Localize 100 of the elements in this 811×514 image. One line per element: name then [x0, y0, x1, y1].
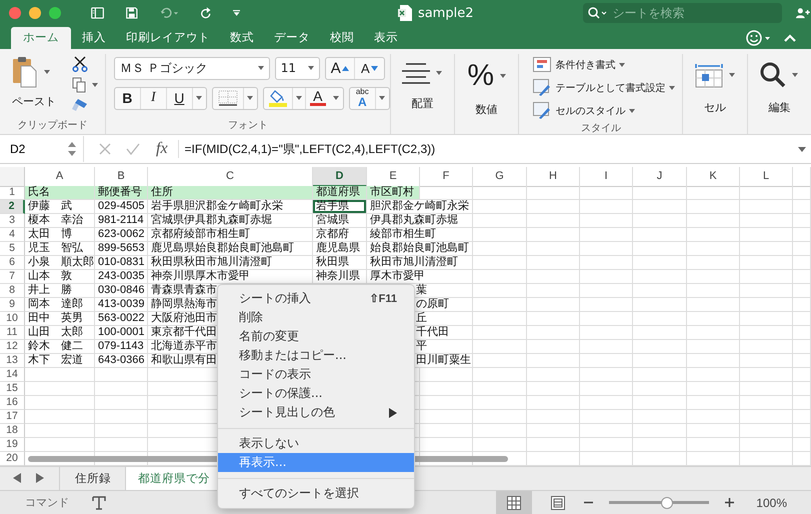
insert-function-button[interactable]: fx [156, 140, 179, 158]
column-header[interactable]: L [740, 166, 793, 187]
cells-label[interactable]: セル [704, 100, 726, 115]
italic-button[interactable]: I [140, 88, 167, 109]
column-header[interactable]: J [633, 166, 687, 187]
caret-icon[interactable] [729, 72, 736, 77]
row-header[interactable]: 6 [0, 256, 25, 270]
ribbon-tab[interactable]: 挿入 [73, 26, 115, 49]
table-cell: 秋田市旭川清澄町 [367, 256, 473, 270]
formula-field[interactable]: =IF(MID(C2,4,1)="県",LEFT(C2,4),LEFT(C2,3)) [184, 140, 436, 158]
paste-label[interactable]: ペースト [12, 94, 56, 109]
table-cell [687, 214, 740, 228]
row-header[interactable]: 12 [0, 340, 25, 354]
menu-item[interactable]: すべてのシートを選択 [218, 484, 414, 503]
row-header[interactable]: 14 [0, 368, 25, 382]
normal-view-button[interactable] [496, 491, 532, 514]
table-cell [580, 326, 633, 340]
ribbon-tab[interactable]: データ [265, 26, 319, 49]
undo-icon[interactable] [160, 6, 179, 20]
percent-symbol[interactable]: % [467, 62, 494, 90]
record-macro-icon[interactable] [91, 494, 107, 510]
ribbon-tab[interactable]: 印刷レイアウト [117, 26, 219, 49]
alignment-label[interactable]: 配置 [411, 96, 434, 111]
style-menu-button[interactable]: セルのスタイル [533, 100, 682, 121]
row-header[interactable]: 15 [0, 382, 25, 396]
ribbon-tab[interactable]: 校閲 [321, 26, 363, 49]
column-header[interactable]: F [420, 166, 473, 187]
row-header[interactable]: 7 [0, 270, 25, 284]
style-menu-button[interactable]: 条件付き書式 [533, 54, 682, 75]
caret-icon[interactable] [92, 82, 98, 87]
row-header[interactable]: 4 [0, 228, 25, 242]
row-header[interactable]: 17 [0, 410, 25, 424]
style-menu-button[interactable]: テーブルとして書式設定 [533, 78, 682, 98]
row-header[interactable]: 8 [0, 284, 25, 298]
column-header[interactable]: G [473, 166, 527, 187]
search-input[interactable]: シートを検索 [612, 6, 782, 20]
number-label[interactable]: 数値 [476, 102, 498, 117]
menu-item[interactable]: コードの表示 [218, 365, 414, 384]
row-header[interactable]: 13 [0, 354, 25, 368]
row-header[interactable]: 19 [0, 438, 25, 452]
underline-button[interactable]: U [166, 88, 193, 109]
font-name-dropdown[interactable]: ＭＳ Ｐゴシック [114, 56, 270, 80]
row-header[interactable]: 16 [0, 396, 25, 410]
zoom-in-icon[interactable] [725, 498, 734, 507]
down-triangle-icon [370, 66, 378, 71]
menu-item[interactable]: シートの保護... [218, 384, 414, 403]
save-icon[interactable] [126, 5, 138, 22]
menu-item[interactable]: シート見出しの色 [218, 403, 414, 422]
previous-sheet-icon[interactable] [13, 473, 21, 484]
customize-toolbar-icon[interactable] [232, 8, 240, 18]
minimize-button[interactable] [29, 7, 41, 20]
add-person-icon[interactable] [796, 6, 811, 20]
shrink-font-button[interactable]: A [354, 58, 384, 79]
ribbon-tab[interactable]: 表示 [365, 26, 407, 49]
column-header[interactable]: D [313, 166, 367, 187]
expand-icon[interactable] [798, 146, 806, 152]
scissors-icon[interactable] [72, 56, 88, 72]
group-label: スタイル [580, 122, 622, 135]
row-header[interactable]: 3 [0, 214, 25, 228]
column-header[interactable]: K [687, 166, 740, 187]
menu-item[interactable]: 表示しない [218, 434, 414, 453]
paste-icon[interactable] [12, 56, 38, 88]
row-header[interactable]: 10 [0, 312, 25, 326]
table-cell [633, 242, 687, 256]
table-cell [580, 256, 633, 270]
cells-grid-icon[interactable] [695, 62, 724, 88]
caret-icon[interactable] [500, 74, 506, 78]
copy-icon[interactable] [72, 76, 86, 93]
redo-icon[interactable] [200, 5, 211, 22]
smiley-icon[interactable] [746, 30, 772, 46]
ribbon-tab[interactable]: 数式 [221, 26, 263, 49]
zoom-slider-thumb[interactable] [661, 496, 674, 508]
font-color-button[interactable]: A [310, 88, 326, 106]
zoom-level[interactable]: 100% [756, 496, 787, 510]
name-box[interactable]: D2 [0, 136, 84, 162]
ribbon-tab[interactable]: ホーム [11, 26, 71, 49]
font-size-dropdown[interactable]: 11 [274, 56, 320, 80]
collapse-ribbon-icon[interactable] [784, 34, 796, 42]
caret-icon[interactable] [44, 70, 50, 74]
editing-label[interactable]: 編集 [768, 100, 790, 115]
grow-font-button[interactable]: A [326, 58, 355, 79]
paint-bucket-icon [268, 89, 288, 108]
column-header[interactable]: H [527, 166, 580, 187]
row-header[interactable]: 18 [0, 424, 25, 438]
row-header[interactable]: 5 [0, 242, 25, 256]
next-sheet-icon[interactable] [36, 473, 44, 484]
format-painter-icon[interactable] [72, 98, 88, 112]
align-lines-icon[interactable] [402, 62, 430, 84]
caret-icon[interactable] [792, 72, 798, 77]
search-icon[interactable] [760, 62, 786, 88]
bold-button[interactable]: B [114, 88, 141, 109]
row-header[interactable]: 2 [0, 200, 25, 214]
table-cell [473, 214, 527, 228]
row-header[interactable]: 9 [0, 298, 25, 312]
column-header[interactable]: I [580, 166, 633, 187]
row-header[interactable]: 11 [0, 326, 25, 340]
sidebar-icon[interactable] [91, 5, 104, 22]
search-field[interactable]: シートを検索 [583, 3, 782, 24]
caret-icon[interactable] [436, 70, 442, 75]
table-cell: 岩手県胆沢郡金ケ崎町永栄 [148, 200, 313, 214]
